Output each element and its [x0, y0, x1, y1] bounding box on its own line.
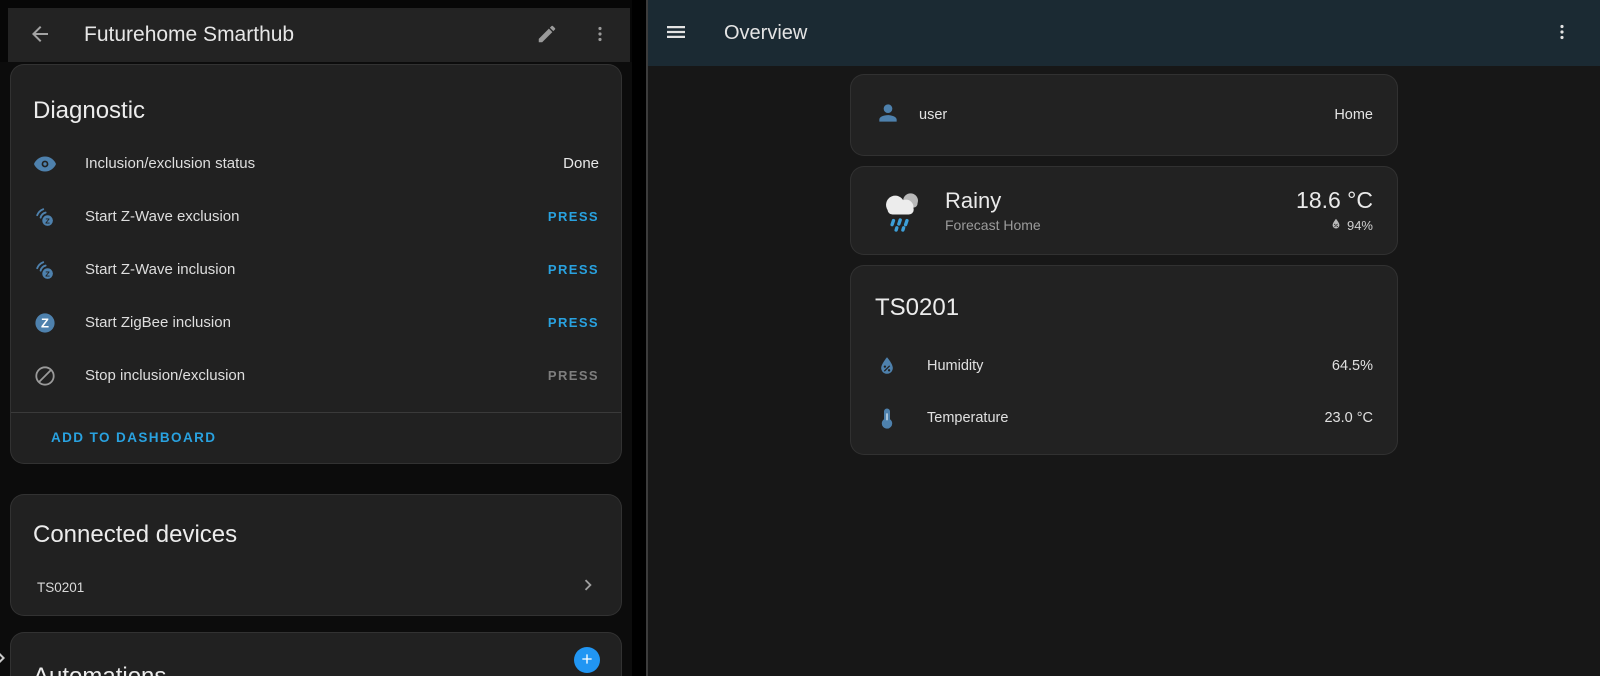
- overview-window: Overview user Home: [646, 0, 1600, 676]
- entity-row-temperature[interactable]: Temperature 23.0 °C: [875, 392, 1373, 444]
- cancel-icon: [33, 364, 57, 388]
- plus-icon: [579, 651, 595, 670]
- automations-title: Automations: [33, 659, 599, 676]
- list-item-stop-inclusion[interactable]: Stop inclusion/exclusion PRESS: [33, 349, 599, 402]
- dots-vertical-icon: [590, 24, 610, 47]
- dashboard-title: Overview: [724, 22, 807, 45]
- entity-state: 23.0 °C: [1324, 410, 1373, 426]
- zigbee-icon: Z: [33, 311, 57, 335]
- weather-readings: 18.6 °C 94%: [1296, 187, 1373, 234]
- account-icon: [875, 100, 901, 131]
- diagnostic-card-title: Diagnostic: [33, 93, 599, 129]
- arrow-left-icon: [28, 22, 52, 49]
- water-percent-icon: [875, 354, 899, 378]
- edge-chevron-icon: [0, 646, 13, 670]
- overview-body: user Home Rainy Forecast Home: [648, 66, 1600, 676]
- weather-pouring-icon: [875, 181, 929, 240]
- edit-button[interactable]: [536, 23, 558, 48]
- svg-text:Z: Z: [41, 315, 49, 330]
- diagnostic-rows: Inclusion/exclusion status Done Z Start …: [33, 137, 599, 402]
- sensor-entities-card: TS0201 Humidity 64.5%: [850, 265, 1398, 455]
- hamburger-menu-icon: [664, 20, 688, 47]
- zwave-icon: Z: [33, 258, 57, 282]
- weather-temperature: 18.6 °C: [1296, 187, 1373, 213]
- weather-humidity: 94%: [1347, 218, 1373, 233]
- svg-text:Z: Z: [45, 216, 50, 225]
- add-automation-button[interactable]: [574, 647, 600, 673]
- list-item-label: Start Z-Wave exclusion: [85, 208, 240, 225]
- list-item-label: Stop inclusion/exclusion: [85, 367, 245, 384]
- chevron-right-icon: [577, 574, 599, 601]
- press-button[interactable]: PRESS: [548, 315, 599, 330]
- thermometer-icon: [875, 406, 899, 430]
- overview-header: Overview: [648, 0, 1600, 66]
- entity-row-humidity[interactable]: Humidity 64.5%: [875, 340, 1373, 392]
- list-item-label: Start Z-Wave inclusion: [85, 261, 235, 278]
- dashboard-menu-button[interactable]: [1552, 22, 1572, 45]
- list-item-inclusion-status[interactable]: Inclusion/exclusion status Done: [33, 137, 599, 190]
- device-link-ts0201[interactable]: TS0201: [33, 567, 599, 607]
- diagnostic-card-footer: ADD TO DASHBOARD: [33, 413, 599, 462]
- diagnostic-card: Diagnostic Inclusion/exclusion status Do…: [10, 64, 622, 464]
- device-page-window: Futurehome Smarthub Diagnostic: [0, 0, 632, 676]
- dots-vertical-icon: [1552, 22, 1572, 45]
- list-item-zwave-exclusion[interactable]: Z Start Z-Wave exclusion PRESS: [33, 190, 599, 243]
- user-entity-name: user: [919, 107, 947, 123]
- status-value: Done: [563, 155, 599, 172]
- weather-main: Rainy Forecast Home: [945, 188, 1041, 233]
- pencil-icon: [536, 23, 558, 48]
- water-percent-icon: [1329, 217, 1343, 234]
- screen: Futurehome Smarthub Diagnostic: [0, 0, 1600, 676]
- press-button-disabled: PRESS: [548, 368, 599, 383]
- user-entity-state: Home: [1334, 107, 1373, 123]
- sensor-card-title: TS0201: [875, 290, 1373, 326]
- zwave-icon: Z: [33, 205, 57, 229]
- device-page-body: Diagnostic Inclusion/exclusion status Do…: [0, 62, 632, 676]
- entity-name: Humidity: [927, 358, 983, 374]
- connected-devices-title: Connected devices: [33, 517, 599, 553]
- entity-state: 64.5%: [1332, 358, 1373, 374]
- list-item-label: Inclusion/exclusion status: [85, 155, 255, 172]
- sidebar-menu-button[interactable]: [664, 20, 688, 47]
- connected-devices-card: Connected devices TS0201: [10, 494, 622, 616]
- overflow-menu-button[interactable]: [590, 24, 610, 47]
- list-item-zigbee-inclusion[interactable]: Z Start ZigBee inclusion PRESS: [33, 296, 599, 349]
- entity-name: Temperature: [927, 410, 1008, 426]
- weather-condition: Rainy: [945, 188, 1041, 214]
- eye-icon: [33, 152, 57, 176]
- svg-text:Z: Z: [45, 269, 50, 278]
- automations-card: Automations: [10, 632, 622, 676]
- weather-entity-name: Forecast Home: [945, 217, 1041, 233]
- device-page-header: Futurehome Smarthub: [8, 8, 630, 62]
- press-button[interactable]: PRESS: [548, 262, 599, 277]
- list-item-zwave-inclusion[interactable]: Z Start Z-Wave inclusion PRESS: [33, 243, 599, 296]
- press-button[interactable]: PRESS: [548, 209, 599, 224]
- list-item-label: Start ZigBee inclusion: [85, 314, 231, 331]
- back-button[interactable]: [28, 22, 52, 49]
- page-title: Futurehome Smarthub: [84, 23, 294, 47]
- sensor-rows: Humidity 64.5% Temperature 23.0 °C: [875, 340, 1373, 444]
- weather-card[interactable]: Rainy Forecast Home 18.6 °C 94%: [850, 166, 1398, 255]
- device-name: TS0201: [33, 580, 84, 595]
- add-to-dashboard-button[interactable]: ADD TO DASHBOARD: [51, 430, 216, 445]
- user-entity-card[interactable]: user Home: [850, 74, 1398, 156]
